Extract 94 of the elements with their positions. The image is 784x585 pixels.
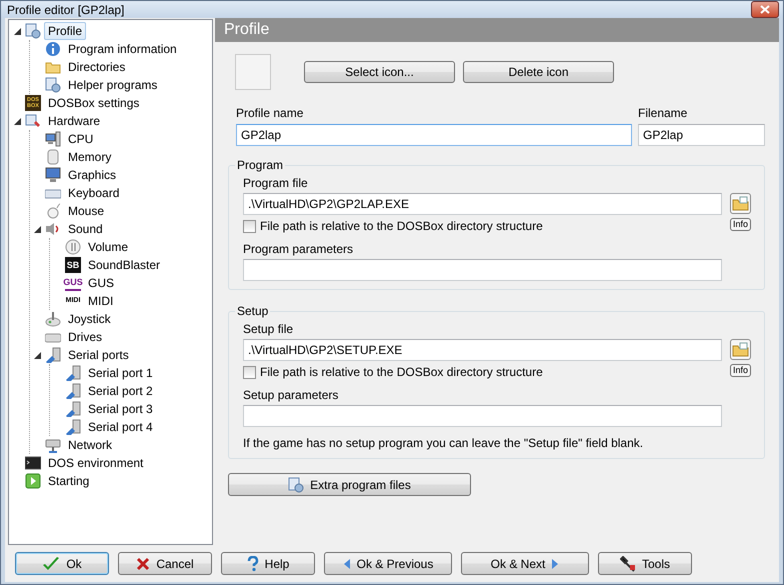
document-gear-icon xyxy=(288,476,304,492)
tree-item[interactable]: CPU xyxy=(64,130,98,148)
play-icon xyxy=(25,473,41,489)
dialog-button[interactable]: Ok xyxy=(15,552,109,575)
checkbox-label: File path is relative to the DOSBox directory structure xyxy=(260,365,543,379)
dialog-button[interactable]: Ok & Next xyxy=(461,552,589,575)
dialog-button[interactable]: Tools xyxy=(598,552,692,575)
tree-item[interactable]: DOS environment xyxy=(44,454,148,472)
tree-item[interactable]: Sound xyxy=(64,220,107,238)
document-gear-icon xyxy=(25,23,41,39)
dialog-button[interactable]: Ok & Previous xyxy=(324,552,452,575)
collapse-arrow-icon[interactable] xyxy=(13,116,22,126)
browse-button[interactable] xyxy=(730,339,751,360)
joystick-icon xyxy=(45,311,61,327)
checkbox[interactable] xyxy=(243,220,256,232)
collapse-arrow-icon[interactable] xyxy=(33,224,42,234)
info-button[interactable]: Info xyxy=(730,218,751,231)
tree-item[interactable]: GUS xyxy=(84,274,118,292)
question-icon xyxy=(246,556,259,572)
tree-item[interactable]: Helper programs xyxy=(64,76,162,94)
browse-button[interactable] xyxy=(730,193,751,214)
tree-item[interactable]: Serial port 4 xyxy=(84,418,157,436)
tree-item[interactable]: MIDI xyxy=(84,292,118,310)
input-field[interactable]: GP2lap xyxy=(638,124,765,146)
mouse-icon xyxy=(45,203,61,219)
tree-item[interactable]: Volume xyxy=(84,238,132,256)
plug-icon xyxy=(65,365,81,381)
input-field[interactable] xyxy=(243,259,722,281)
right-arrow-icon xyxy=(551,558,560,570)
tree-item[interactable]: Serial port 3 xyxy=(84,400,157,418)
tree-item[interactable]: Profile xyxy=(44,22,86,40)
checkbox[interactable] xyxy=(243,366,256,378)
icon-button[interactable]: Select icon... xyxy=(304,61,455,83)
input-field[interactable]: .\VirtualHD\GP2\SETUP.EXE xyxy=(243,339,722,361)
tree-item[interactable]: Program information xyxy=(64,40,181,58)
tree-item[interactable]: Network xyxy=(64,436,116,454)
input-field[interactable]: .\VirtualHD\GP2\GP2LAP.EXE xyxy=(243,193,722,215)
hint-text: If the game has no setup program you can leave the "Setup file" field blank. xyxy=(243,436,644,450)
tree-item[interactable]: Serial port 1 xyxy=(84,364,157,382)
checkbox-label: File path is relative to the DOSBox directory structure xyxy=(260,219,543,233)
terminal-icon xyxy=(25,455,41,471)
badge-icon: SB xyxy=(65,257,81,273)
field-label: Program file xyxy=(243,176,309,190)
speaker-icon xyxy=(45,221,61,237)
tree-item[interactable]: Joystick xyxy=(64,310,115,328)
tree-item[interactable]: DOSBox settings xyxy=(44,94,144,112)
close-icon xyxy=(760,5,770,14)
tree-item[interactable]: Mouse xyxy=(64,202,108,220)
field-label: Setup file xyxy=(243,322,294,336)
folder-icon xyxy=(732,196,749,211)
tree-item[interactable]: Hardware xyxy=(44,112,104,130)
icon-button[interactable]: Delete icon xyxy=(463,61,614,83)
tree-item[interactable]: Memory xyxy=(64,148,116,166)
tree-item[interactable]: Drives xyxy=(64,328,106,346)
plug-icon xyxy=(65,419,81,435)
knob-icon xyxy=(65,239,81,255)
left-arrow-icon xyxy=(342,558,351,570)
plug-icon xyxy=(65,401,81,417)
group-title: Program xyxy=(236,158,284,172)
dialog-button[interactable]: Cancel xyxy=(118,552,212,575)
input-field[interactable]: GP2lap xyxy=(236,124,632,146)
field-label: Setup parameters xyxy=(243,388,340,402)
computer-icon xyxy=(45,131,61,147)
tree-item[interactable]: Keyboard xyxy=(64,184,124,202)
tree-item[interactable]: Directories xyxy=(64,58,130,76)
collapse-arrow-icon[interactable] xyxy=(33,350,42,360)
dialog-button[interactable]: Help xyxy=(221,552,315,575)
tree-item[interactable]: Starting xyxy=(44,472,94,490)
field-label: Program parameters xyxy=(243,242,354,256)
info-icon xyxy=(45,41,61,57)
info-button[interactable]: Info xyxy=(730,364,751,377)
group-title: Setup xyxy=(236,304,270,318)
panel-header: Profile xyxy=(215,18,779,42)
field-label: Profile name xyxy=(236,106,304,120)
close-icon xyxy=(136,556,150,570)
input-field[interactable] xyxy=(243,405,722,427)
tree-item[interactable]: SoundBlaster xyxy=(84,256,164,274)
tools-icon xyxy=(620,556,636,572)
tree-item[interactable]: Serial port 2 xyxy=(84,382,157,400)
network-icon xyxy=(45,437,61,453)
check-icon xyxy=(42,556,60,572)
window-title: Profile editor [GP2lap] xyxy=(7,2,124,16)
document-gear-icon xyxy=(45,77,61,93)
collapse-arrow-icon[interactable] xyxy=(13,26,22,36)
folder-icon xyxy=(732,342,749,357)
icon-preview xyxy=(235,54,271,90)
field-label: Filename xyxy=(638,106,688,120)
tree-item[interactable]: Serial ports xyxy=(64,346,133,364)
plug-icon xyxy=(45,347,61,363)
close-button[interactable] xyxy=(751,1,779,18)
monitor-icon xyxy=(45,167,61,183)
plug-icon xyxy=(65,383,81,399)
tree-item[interactable]: Graphics xyxy=(64,166,120,184)
extra-files-button[interactable]: Extra program files xyxy=(228,473,471,496)
